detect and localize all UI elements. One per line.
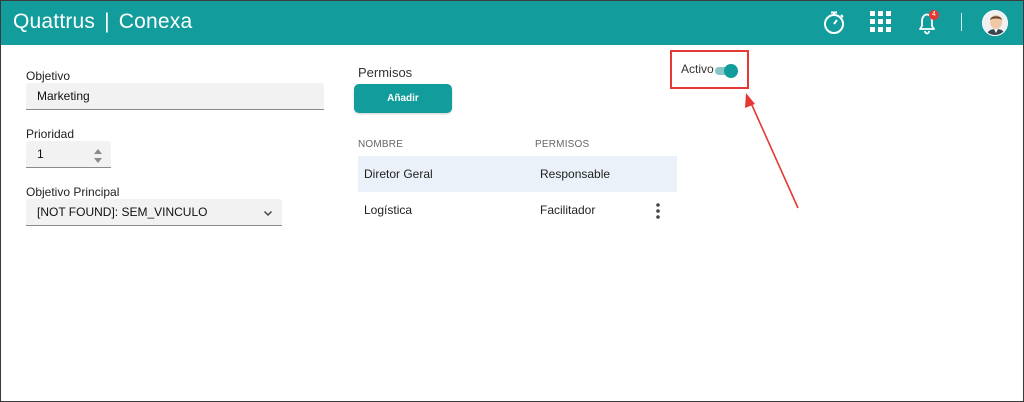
- annotation-arrow-icon: [745, 93, 799, 209]
- app-window: Quattrus | Conexa 4 Objetivo Marketing P…: [0, 0, 1024, 402]
